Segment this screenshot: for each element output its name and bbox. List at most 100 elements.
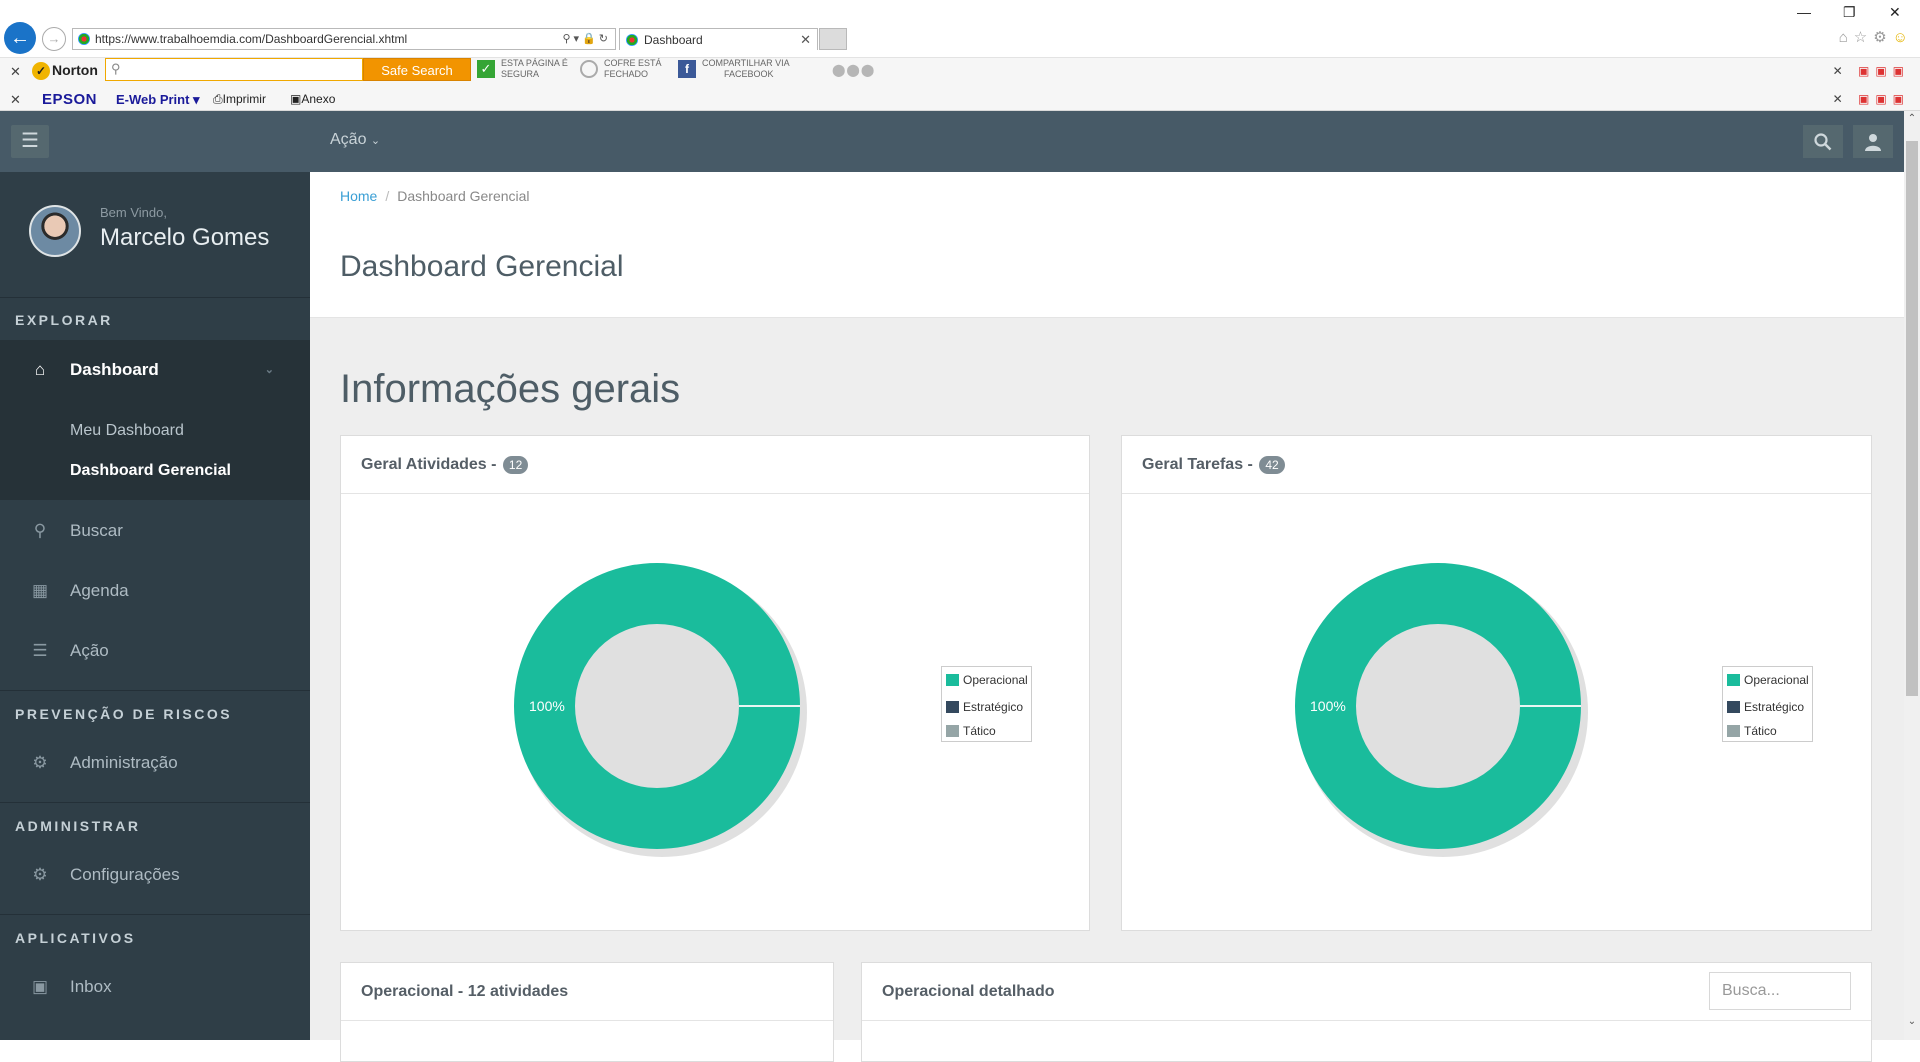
browser-tool-icons[interactable]: ⌂☆⚙☺ bbox=[1839, 28, 1914, 46]
back-button[interactable]: ← bbox=[4, 22, 36, 54]
address-bar-icons[interactable]: ⚲▾🔒↻ bbox=[563, 29, 612, 49]
sidebar-item-meu-dashboard[interactable]: Meu Dashboard bbox=[70, 422, 184, 440]
inbox-icon: ▣ bbox=[31, 977, 49, 996]
safe-search-button[interactable]: Safe Search bbox=[363, 58, 471, 81]
legend-swatch bbox=[1727, 674, 1740, 686]
page-scrollbar[interactable]: ⌃ ⌄ bbox=[1904, 111, 1920, 1040]
search-input[interactable]: Busca... bbox=[1709, 972, 1851, 1010]
breadcrumb-current: Dashboard Gerencial bbox=[397, 188, 530, 204]
page-header: Home / Dashboard Gerencial Dashboard Geren… bbox=[310, 172, 1904, 318]
sidebar-item-buscar[interactable]: ⚲ Buscar bbox=[0, 506, 310, 556]
chevron-down-icon: ⌄ bbox=[370, 135, 381, 147]
legend-swatch bbox=[1727, 701, 1740, 713]
norton-logo[interactable]: ✓ Norton bbox=[32, 62, 98, 80]
menu-toggle-icon[interactable]: ☰ bbox=[11, 125, 49, 158]
sidebar-item-label: Ação bbox=[70, 641, 109, 660]
page-safe-line2: SEGURA bbox=[501, 69, 540, 79]
sidebar-item-configuracoes[interactable]: ⚙ Configurações bbox=[0, 850, 310, 900]
norton-toolbar: ✕ ✓ Norton ⚲ Safe Search ✓ ESTA PÁGINA ÉS… bbox=[0, 57, 1920, 89]
printer-icon: ⎙ bbox=[213, 92, 223, 106]
panel-header: Geral Atividades - 12 bbox=[341, 436, 1089, 494]
browser-titlebar: ← → https://www.trabalhoemdia.com/Dashbo… bbox=[0, 0, 1920, 54]
legend-item-tatico[interactable]: Tático bbox=[946, 723, 996, 739]
norton-search-input[interactable]: ⚲ bbox=[105, 58, 363, 81]
sidebar-item-agenda[interactable]: ▦ Agenda bbox=[0, 566, 310, 616]
section-prevencao: PREVENÇÃO DE RISCOS bbox=[15, 706, 233, 722]
legend-item-operacional[interactable]: Operacional bbox=[1727, 672, 1809, 688]
close-window-icon[interactable]: ✕ bbox=[1889, 4, 1901, 21]
panel-operacional-detalhado: Operacional detalhado Busca... bbox=[861, 962, 1872, 1062]
divider bbox=[0, 914, 310, 915]
norton-check-icon: ✓ bbox=[32, 62, 50, 80]
section-explorar: EXPLORAR bbox=[15, 312, 113, 328]
avatar[interactable] bbox=[29, 205, 81, 257]
legend-label: Estratégico bbox=[1744, 700, 1805, 714]
legend-swatch bbox=[1727, 725, 1740, 737]
toolbar-right-icons[interactable]: ✕ ▣▣▣ bbox=[1833, 64, 1910, 78]
chevron-down-icon: ⌄ bbox=[264, 364, 274, 376]
forward-button[interactable]: → bbox=[42, 27, 66, 51]
more-options-icon[interactable]: ⬤⬤⬤ bbox=[832, 63, 875, 77]
browser-tab[interactable]: Dashboard ✕ bbox=[619, 28, 818, 50]
calendar-icon: ▦ bbox=[31, 581, 49, 600]
acao-label: Ação bbox=[330, 131, 367, 148]
breadcrumb-home[interactable]: Home bbox=[340, 188, 377, 204]
user-icon bbox=[1865, 133, 1881, 151]
main-content: Home / Dashboard Gerencial Dashboard Geren… bbox=[310, 172, 1904, 1062]
legend-item-operacional[interactable]: Operacional bbox=[946, 672, 1028, 688]
legend-item-tatico[interactable]: Tático bbox=[1727, 723, 1777, 739]
new-tab-button[interactable] bbox=[819, 28, 847, 50]
legend-swatch bbox=[946, 674, 959, 686]
sidebar-item-acao[interactable]: ☰ Ação bbox=[0, 626, 310, 676]
close-toolbar-icon[interactable]: ✕ bbox=[10, 64, 21, 80]
restore-icon[interactable]: ❐ bbox=[1843, 4, 1856, 21]
sidebar-item-inbox[interactable]: ▣ Inbox bbox=[0, 962, 310, 1012]
scroll-up-icon[interactable]: ⌃ bbox=[1904, 113, 1920, 131]
page-safe-indicator[interactable]: ✓ ESTA PÁGINA É SEGURA bbox=[477, 58, 577, 88]
panel-title: Operacional detalhado bbox=[882, 983, 1055, 1000]
print-button[interactable]: ⎙Imprimir bbox=[213, 92, 266, 107]
address-bar[interactable]: https://www.trabalhoemdia.com/DashboardG… bbox=[72, 28, 616, 50]
minimize-icon[interactable]: — bbox=[1797, 4, 1811, 20]
search-icon: ⚲ bbox=[33, 521, 47, 540]
acao-dropdown[interactable]: Ação ⌄ bbox=[330, 131, 380, 149]
gears-icon: ⚙ bbox=[32, 753, 48, 772]
epson-toolbar: ✕ EPSON E-Web Print ▾ ⎙Imprimir ▣Anexo ✕… bbox=[0, 89, 1920, 111]
epson-right-icons[interactable]: ✕ ▣▣▣ bbox=[1833, 92, 1910, 106]
home-icon: ⌂ bbox=[34, 360, 46, 379]
app-header: ☰ Ação ⌄ bbox=[0, 111, 1904, 172]
sidebar-item-label: Buscar bbox=[70, 521, 123, 540]
sidebar-item-administracao[interactable]: ⚙ Administração bbox=[0, 738, 310, 788]
browser-chrome: ← → https://www.trabalhoemdia.com/Dashbo… bbox=[0, 0, 1920, 111]
attach-label: Anexo bbox=[301, 92, 336, 106]
scrollbar-thumb[interactable] bbox=[1906, 141, 1918, 696]
feedback-smile-icon[interactable]: ☺ bbox=[1893, 29, 1914, 46]
close-epson-toolbar-icon[interactable]: ✕ bbox=[10, 92, 21, 108]
ewebprint-label: E-Web Print bbox=[116, 92, 190, 107]
ewebprint-menu[interactable]: E-Web Print ▾ bbox=[116, 92, 200, 108]
tab-close-icon[interactable]: ✕ bbox=[800, 29, 811, 51]
user-menu-button[interactable] bbox=[1853, 125, 1893, 158]
header-search-button[interactable] bbox=[1803, 125, 1843, 158]
user-name: Marcelo Gomes bbox=[100, 224, 270, 251]
sidebar-item-label: Configurações bbox=[70, 865, 180, 884]
vault-line2: FECHADO bbox=[604, 69, 649, 79]
sidebar-item-dashboard[interactable]: ⌂ Dashboard ⌄ bbox=[0, 340, 310, 400]
vault-indicator[interactable]: COFRE ESTÁ FECHADO bbox=[580, 58, 675, 88]
gear-icon: ⚙ bbox=[32, 865, 48, 884]
facebook-icon: f bbox=[678, 60, 696, 78]
attach-button[interactable]: ▣Anexo bbox=[290, 92, 335, 106]
sidebar-item-dashboard-gerencial[interactable]: Dashboard Gerencial bbox=[70, 462, 231, 480]
facebook-share[interactable]: f COMPARTILHAR VIA FACEBOOK bbox=[678, 58, 828, 88]
section-heading: Informações gerais bbox=[340, 367, 681, 411]
legend-item-estrategico[interactable]: Estratégico bbox=[946, 699, 1023, 715]
divider bbox=[0, 690, 310, 691]
print-label: Imprimir bbox=[222, 92, 266, 106]
scroll-down-icon[interactable]: ⌄ bbox=[1904, 1016, 1920, 1034]
panel-header: Geral Tarefas - 42 bbox=[1122, 436, 1871, 494]
data-label: 100% bbox=[1310, 698, 1346, 714]
legend-item-estrategico[interactable]: Estratégico bbox=[1727, 699, 1804, 715]
vault-text: COFRE ESTÁ FECHADO bbox=[604, 58, 684, 80]
panel-geral-tarefas: Geral Tarefas - 42 100% Operacional Estr… bbox=[1121, 435, 1872, 931]
legend-label: Estratégico bbox=[963, 700, 1024, 714]
